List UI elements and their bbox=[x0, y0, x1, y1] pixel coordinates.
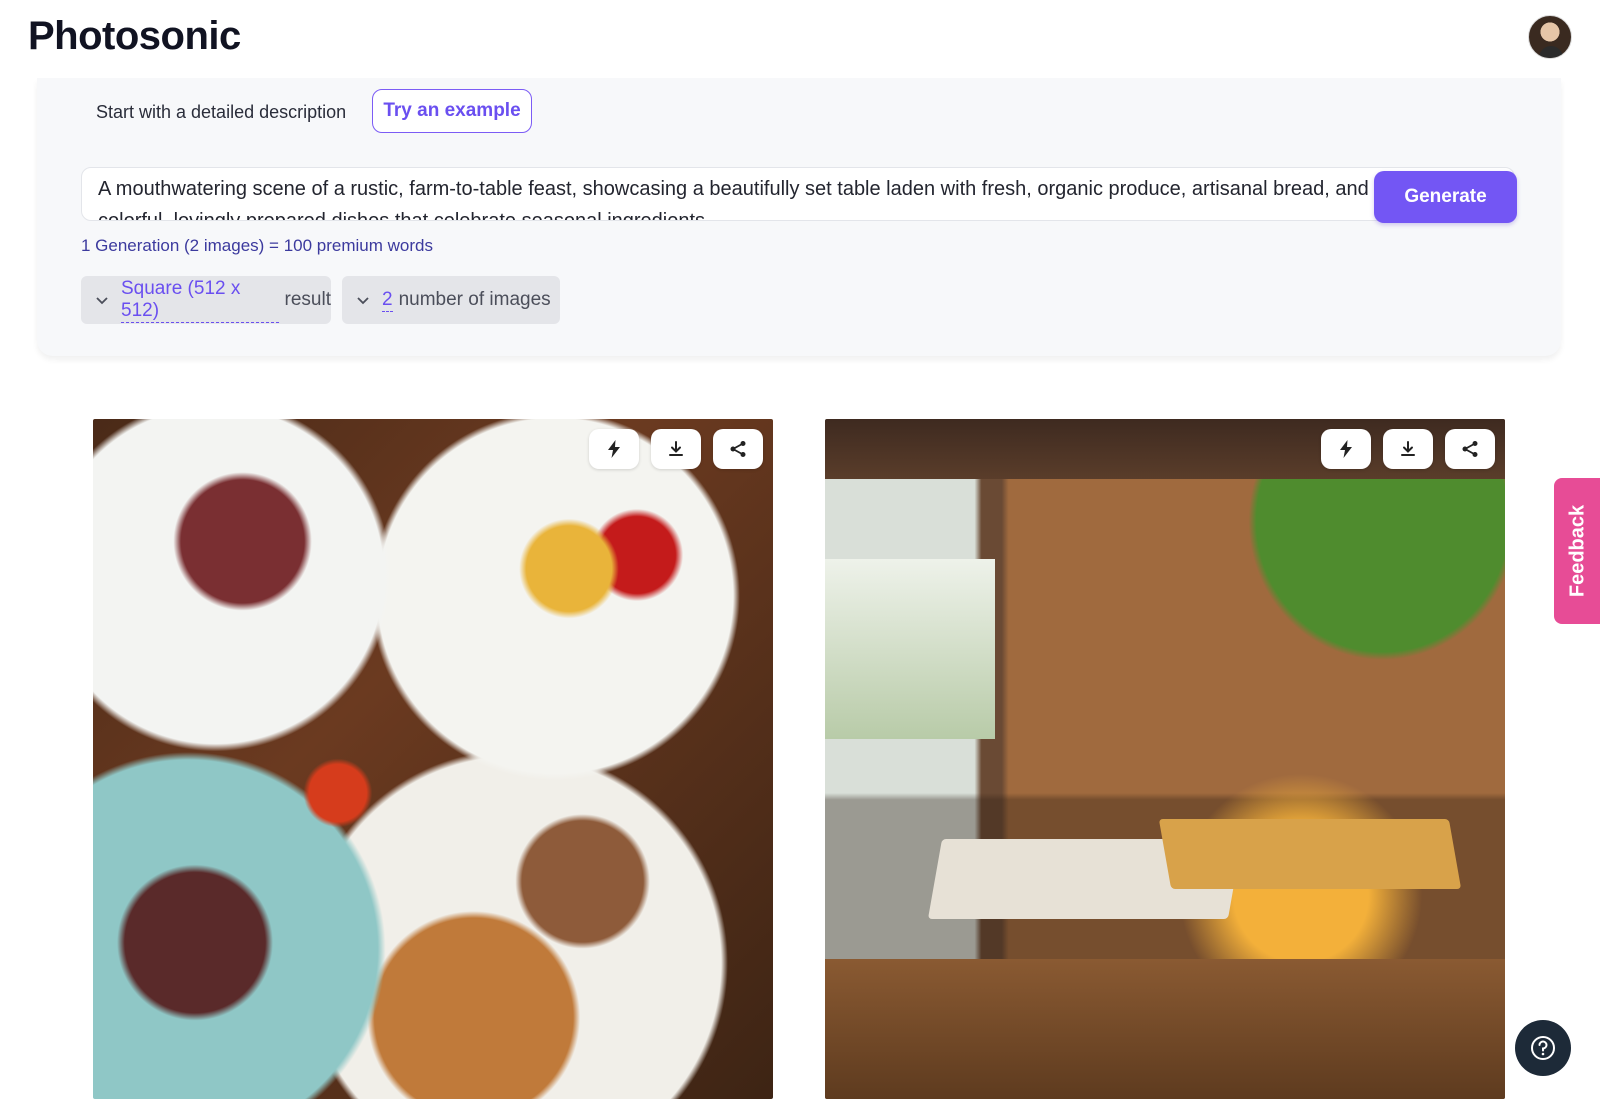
share-icon[interactable] bbox=[1445, 429, 1495, 469]
chevron-down-icon bbox=[356, 293, 370, 307]
generation-cost-note: 1 Generation (2 images) = 100 premium wo… bbox=[81, 236, 433, 255]
image-floor bbox=[825, 959, 1505, 1099]
feedback-label: Feedback bbox=[1566, 504, 1589, 598]
bolt-icon[interactable] bbox=[1321, 429, 1371, 469]
image-count-suffix: number of images bbox=[398, 289, 551, 310]
image-window bbox=[825, 559, 995, 739]
try-example-button[interactable]: Try an example bbox=[372, 89, 532, 133]
user-avatar[interactable] bbox=[1528, 15, 1572, 59]
help-icon bbox=[1531, 1036, 1555, 1060]
image-table bbox=[1158, 819, 1462, 889]
image-size-value[interactable]: Square (512 x 512) bbox=[121, 278, 279, 323]
generated-image-2[interactable] bbox=[825, 419, 1505, 1099]
generate-button[interactable]: Generate bbox=[1374, 171, 1517, 223]
download-icon[interactable] bbox=[651, 429, 701, 469]
app-logo[interactable]: Photosonic bbox=[28, 14, 241, 59]
prompt-text[interactable]: A mouthwatering scene of a rustic, farm-… bbox=[98, 173, 1498, 220]
feedback-tab[interactable]: Feedback bbox=[1554, 478, 1600, 624]
download-icon[interactable] bbox=[1383, 429, 1433, 469]
prompt-panel: Start with a detailed description Try an… bbox=[37, 78, 1561, 356]
generated-image-1[interactable] bbox=[93, 419, 773, 1099]
help-button[interactable] bbox=[1515, 1020, 1571, 1076]
top-bar: Photosonic bbox=[0, 0, 1600, 78]
image-actions bbox=[589, 429, 763, 469]
image-size-dropdown[interactable]: Square (512 x 512) result bbox=[81, 276, 331, 324]
image-actions bbox=[1321, 429, 1495, 469]
image-count-dropdown[interactable]: 2 number of images bbox=[342, 276, 560, 324]
image-size-suffix: result bbox=[284, 289, 331, 310]
prompt-hint: Start with a detailed description bbox=[96, 102, 347, 122]
chevron-down-icon bbox=[95, 293, 109, 307]
bolt-icon[interactable] bbox=[589, 429, 639, 469]
prompt-input[interactable]: A mouthwatering scene of a rustic, farm-… bbox=[81, 167, 1515, 221]
image-count-value[interactable]: 2 bbox=[382, 289, 393, 312]
share-icon[interactable] bbox=[713, 429, 763, 469]
